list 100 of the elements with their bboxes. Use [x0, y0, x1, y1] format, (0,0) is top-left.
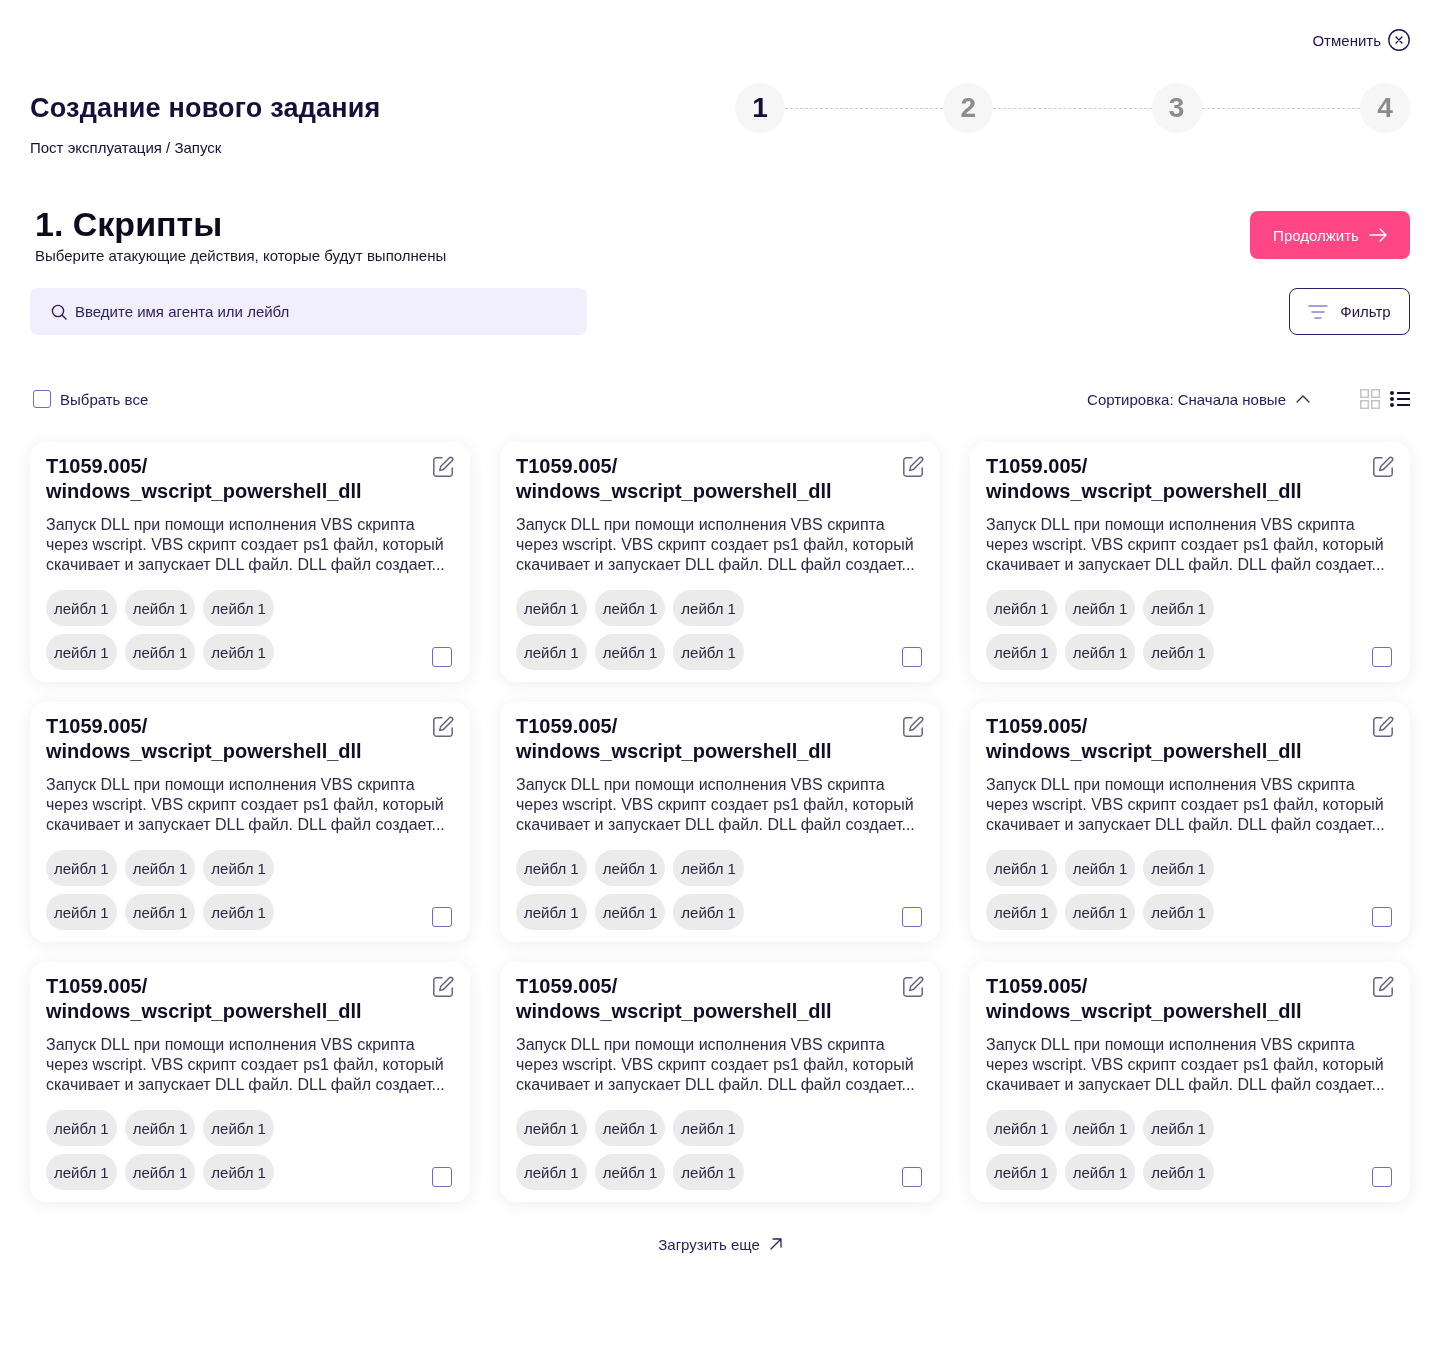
script-description: Запуск DLL при помощи исполнения VBS скрипта через wscript. VBS скрипт создает ps1 файл, который скачивает и запускает DLL файл. DLL файл создает... — [516, 1035, 916, 1095]
label-tag: лейбл 1 — [594, 850, 666, 886]
label-tag: лейбл 1 — [46, 1110, 117, 1146]
edit-icon[interactable] — [902, 976, 924, 998]
card-checkbox[interactable] — [902, 907, 922, 927]
step-indicator: 3 — [1151, 83, 1202, 133]
label-tag: лейбл 1 — [516, 850, 587, 886]
script-card[interactable] — [500, 702, 940, 942]
script-description: Запуск DLL при помощи исполнения VBS скрипта через wscript. VBS скрипт создает ps1 файл, который скачивает и запускает DLL файл. DLL файл создает... — [986, 775, 1386, 835]
label-tag: лейбл 1 — [1143, 634, 1214, 670]
card-checkbox[interactable] — [432, 1167, 452, 1187]
label-tag: лейбл 1 — [1143, 894, 1214, 930]
label-tag: лейбл 1 — [1143, 1110, 1214, 1146]
edit-icon[interactable] — [1372, 976, 1394, 998]
edit-icon[interactable] — [1372, 716, 1394, 738]
script-card[interactable] — [30, 702, 470, 942]
label-tag: лейбл 1 — [203, 1110, 274, 1146]
label-tag: лейбл 1 — [516, 894, 587, 930]
label-tag: лейбл 1 — [1064, 1110, 1136, 1146]
list-view-icon[interactable] — [1390, 391, 1410, 407]
label-tag: лейбл 1 — [594, 1154, 666, 1190]
label-tag: лейбл 1 — [594, 634, 666, 670]
edit-icon[interactable] — [432, 976, 454, 998]
arrow-right-icon — [1368, 228, 1387, 242]
script-card[interactable] — [30, 442, 470, 682]
cancel-button[interactable]: Отменить — [1312, 29, 1410, 51]
script-title: T1059.005/ windows_wscript_powershell_dll — [516, 714, 832, 764]
label-tag: лейбл 1 — [1064, 850, 1136, 886]
card-checkbox[interactable] — [1372, 1167, 1392, 1187]
card-checkbox[interactable] — [1372, 647, 1392, 667]
label-tag: лейбл 1 — [516, 1110, 587, 1146]
label-tag: лейбл 1 — [203, 894, 274, 930]
edit-icon[interactable] — [1372, 456, 1394, 478]
label-tag: лейбл 1 — [673, 634, 744, 670]
select-all-checkbox[interactable] — [33, 390, 51, 408]
label-tag: лейбл 1 — [673, 894, 744, 930]
label-tag: лейбл 1 — [124, 1110, 196, 1146]
label-tag: лейбл 1 — [516, 590, 587, 626]
script-title: T1059.005/ windows_wscript_powershell_dll — [986, 974, 1302, 1024]
label-tag: лейбл 1 — [124, 850, 196, 886]
filter-icon — [1308, 304, 1329, 319]
label-tag: лейбл 1 — [594, 1110, 666, 1146]
card-checkbox[interactable] — [432, 907, 452, 927]
label-tag: лейбл 1 — [124, 590, 196, 626]
script-card[interactable] — [500, 442, 940, 682]
script-description: Запуск DLL при помощи исполнения VBS скрипта через wscript. VBS скрипт создает ps1 файл, который скачивает и запускает DLL файл. DLL файл создает... — [516, 775, 916, 835]
label-tag: лейбл 1 — [673, 850, 744, 886]
label-tag: лейбл 1 — [986, 590, 1057, 626]
script-card[interactable] — [970, 702, 1410, 942]
script-card[interactable] — [500, 962, 940, 1202]
section-title: 1. Скрипты — [35, 204, 224, 244]
script-title: T1059.005/ windows_wscript_powershell_dll — [46, 714, 362, 764]
step-indicator: 1 — [735, 83, 785, 133]
label-tag: лейбл 1 — [46, 894, 117, 930]
card-checkbox[interactable] — [902, 647, 922, 667]
arrow-up-right-icon — [769, 1238, 782, 1250]
label-tag: лейбл 1 — [1143, 590, 1214, 626]
filter-button[interactable]: Фильтр — [1289, 288, 1410, 335]
load-more-link[interactable]: Загрузить еще — [658, 1234, 782, 1254]
label-tag: лейбл 1 — [203, 1154, 274, 1190]
card-checkbox[interactable] — [902, 1167, 922, 1187]
edit-icon[interactable] — [902, 456, 924, 478]
step-indicator: 4 — [1360, 83, 1410, 133]
label-tag: лейбл 1 — [1064, 634, 1136, 670]
label-tag: лейбл 1 — [1064, 1154, 1136, 1190]
label-tag: лейбл 1 — [516, 634, 587, 670]
search-icon — [51, 304, 67, 320]
card-checkbox[interactable] — [1372, 907, 1392, 927]
edit-icon[interactable] — [432, 456, 454, 478]
label-tag: лейбл 1 — [46, 1154, 117, 1190]
label-tag: лейбл 1 — [1064, 894, 1136, 930]
chevron-up-icon — [1296, 395, 1310, 403]
label-tag: лейбл 1 — [594, 894, 666, 930]
card-checkbox[interactable] — [432, 647, 452, 667]
label-tag: лейбл 1 — [46, 634, 117, 670]
label-tag: лейбл 1 — [46, 850, 117, 886]
breadcrumb: Пост эксплуатация / Запуск — [30, 139, 222, 156]
label-tag: лейбл 1 — [986, 1110, 1057, 1146]
script-title: T1059.005/ windows_wscript_powershell_dll — [46, 454, 362, 504]
script-card[interactable] — [970, 442, 1410, 682]
label-tag: лейбл 1 — [986, 894, 1057, 930]
label-tag: лейбл 1 — [673, 1110, 744, 1146]
script-card[interactable] — [970, 962, 1410, 1202]
label-tag: лейбл 1 — [124, 894, 196, 930]
script-title: T1059.005/ windows_wscript_powershell_dll — [986, 454, 1302, 504]
script-description: Запуск DLL при помощи исполнения VBS скрипта через wscript. VBS скрипт создает ps1 файл, который скачивает и запускает DLL файл. DLL файл создает... — [986, 1035, 1386, 1095]
label-tag: лейбл 1 — [673, 590, 744, 626]
step-indicator: 2 — [943, 83, 994, 133]
search-field[interactable]: Введите имя агента или лейбл — [30, 288, 587, 335]
label-tag: лейбл 1 — [673, 1154, 744, 1190]
script-title: T1059.005/ windows_wscript_powershell_dll — [516, 974, 832, 1024]
label-tag: лейбл 1 — [124, 1154, 196, 1190]
script-title: T1059.005/ windows_wscript_powershell_dll — [46, 974, 362, 1024]
edit-icon[interactable] — [432, 716, 454, 738]
sort-button[interactable]: Сортировка: Сначала новые — [1087, 390, 1310, 408]
edit-icon[interactable] — [902, 716, 924, 738]
label-tag: лейбл 1 — [203, 634, 274, 670]
script-title: T1059.005/ windows_wscript_powershell_dll — [516, 454, 832, 504]
label-tag: лейбл 1 — [986, 850, 1057, 886]
script-card[interactable] — [30, 962, 470, 1202]
